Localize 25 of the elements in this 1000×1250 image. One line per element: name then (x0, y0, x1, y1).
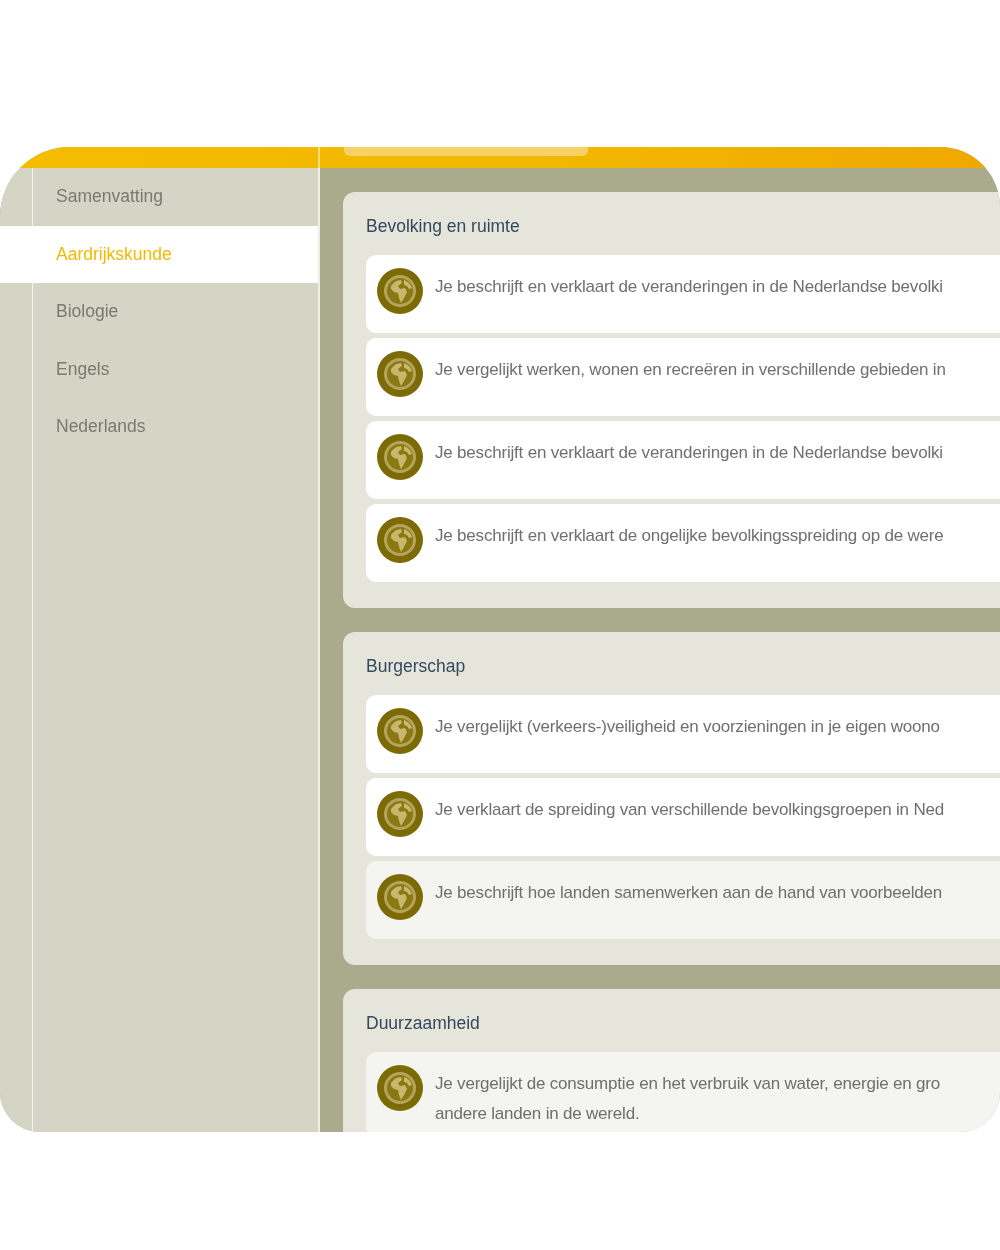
section-title: Burgerschap (366, 655, 467, 678)
goal-text: Je vergelijkt de consumptie en het verbruik van water, energie en gro (435, 1073, 940, 1095)
sidebar-item[interactable]: Nederlands (0, 398, 318, 456)
goal-text: Je beschrijft en verklaart de veranderingen in de Nederlandse bevolki (435, 442, 943, 464)
section-title: Duurzaamheid (366, 1012, 481, 1035)
goal-text: Je verklaart de spreiding van verschillende bevolkingsgroepen in Ned (435, 799, 944, 821)
sidebar-item[interactable]: Aardrijkskunde (0, 225, 318, 283)
sidebar-item[interactable]: Biologie (0, 283, 318, 341)
globe-icon (377, 708, 423, 754)
section-title: Bevolking en ruimte (366, 215, 521, 238)
globe-icon (377, 268, 423, 314)
globe-icon (377, 791, 423, 837)
globe-icon (377, 1065, 423, 1111)
goal-text: Je beschrijft en verklaart de veranderingen in de Nederlandse bevolki (435, 276, 943, 298)
globe-icon (377, 517, 423, 563)
globe-icon (377, 351, 423, 397)
goal-text: Je vergelijkt (verkeers-)veiligheid en voorzieningen in je eigen woono (435, 716, 940, 738)
goal-text: Je beschrijft en verklaart de ongelijke bevolkingsspreiding op de were (435, 525, 944, 547)
goal-text: andere landen in de wereld. (435, 1103, 641, 1125)
goal-text: Je vergelijkt werken, wonen en recreëren in verschillende gebieden in (435, 359, 946, 381)
sidebar-item[interactable]: Samenvatting (0, 168, 318, 226)
globe-icon (377, 874, 423, 920)
goal-text: Je beschrijft hoe landen samenwerken aan de hand van voorbeelden (435, 882, 942, 904)
sidebar-item[interactable]: Engels (0, 340, 318, 398)
globe-icon (377, 434, 423, 480)
